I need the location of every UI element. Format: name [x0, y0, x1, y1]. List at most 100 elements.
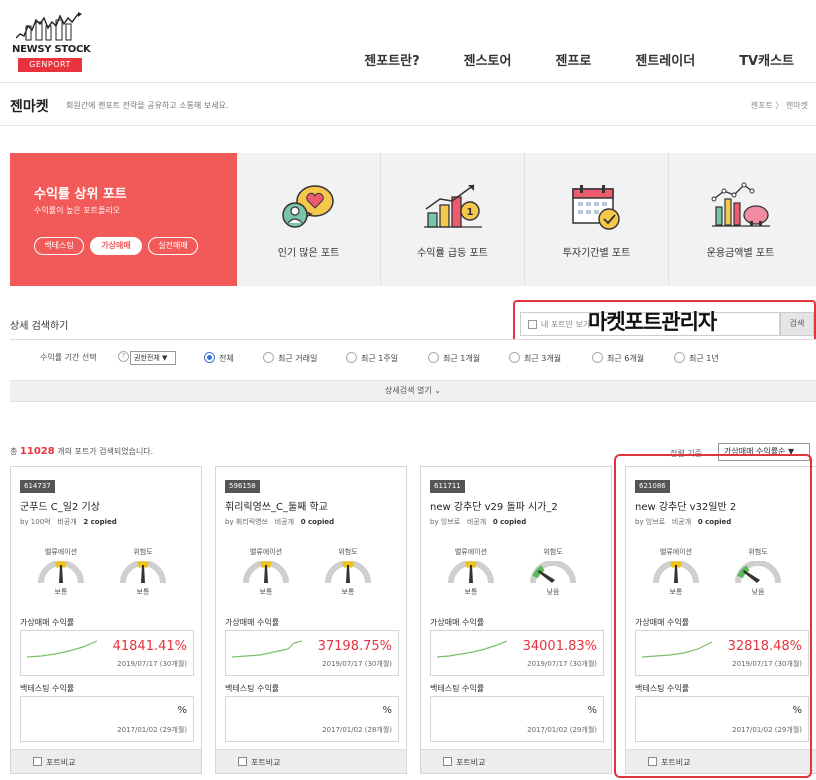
result-count-suffix: 개의 포트가 검색되었습니다. [57, 447, 154, 456]
valuation-value: 보통 [464, 588, 478, 596]
backtest-return-label: 백테스팅 수익률 [430, 684, 485, 693]
port-code: 596158 [225, 480, 260, 493]
gauge-icon [38, 561, 84, 584]
virtual-return-label: 가상매매 수익률 [225, 618, 280, 627]
category-surge-label: 수익률 급등 포트 [417, 248, 488, 259]
pill-backtest[interactable]: 백테스팅 [34, 237, 84, 255]
port-visibility: 비공개 [57, 518, 77, 526]
radio-period-1week-label: 최근 1주일 [361, 354, 399, 363]
port-name[interactable]: 군푸드 C_일2 기상 [20, 498, 100, 513]
rising-bars-coin-icon: 1 [423, 184, 482, 228]
nav-item-gentrader[interactable]: 젠트레이더 [635, 50, 695, 69]
search-title: 상세 검색하기 [10, 321, 69, 332]
port-card[interactable]: 611711 new 강추단 v29 돌파 시가_2 by 잉브로 비공개 0 … [420, 466, 612, 774]
port-copied: 2 copied [83, 518, 117, 526]
virtual-return-label: 가상매매 수익률 [20, 618, 75, 627]
compare-label: 포트비교 [251, 758, 281, 767]
backtest-return-label: 백테스팅 수익률 [20, 684, 75, 693]
valuation-gauge: 밸류에이션 보통 [31, 547, 91, 597]
port-meta: by 100억 비공개 2 copied [20, 517, 117, 527]
category-top-return-subtitle: 수익률이 높은 포트폴리오 [34, 206, 121, 215]
valuation-title: 밸류에이션 [249, 548, 283, 556]
radio-period-1week[interactable] [346, 352, 357, 363]
virtual-return-date: 2019/07/17 (30개월) [117, 660, 187, 668]
svg-text:1: 1 [466, 207, 473, 218]
gauge-icon [530, 561, 576, 584]
radio-period-3month[interactable] [509, 352, 520, 363]
category-surge[interactable]: 1 수익률 급등 포트 [381, 153, 524, 286]
period-select[interactable]: 권한전체 ▼ [130, 351, 176, 365]
category-period-label: 투자기간별 포트 [562, 248, 631, 259]
page-subtitle: 회원간에 젠포트 전략을 공유하고 소통해 보세요. [66, 101, 229, 110]
help-icon[interactable]: ? [118, 351, 129, 362]
header-divider [0, 82, 816, 83]
breadcrumb[interactable]: 젠포트 〉 젠마켓 [751, 100, 808, 111]
radio-period-1month-label: 최근 1개월 [443, 354, 481, 363]
backtest-return-value: % [382, 705, 392, 716]
detail-search-toggle[interactable]: 상세검색 열기 ⌄ [10, 380, 816, 402]
pill-virtual[interactable]: 가상매매 [90, 237, 142, 255]
radio-period-1month[interactable] [428, 352, 439, 363]
virtual-return-value: 34001.83% [522, 639, 597, 654]
category-top-return[interactable]: 수익률 상위 포트 수익률이 높은 포트폴리오 백테스팅 가상매매 실전매매 [10, 153, 237, 286]
radio-period-last-day-label: 최근 거래일 [278, 354, 318, 363]
chart-piggy-bank-icon [711, 182, 770, 227]
compare-footer: 포트비교 [421, 749, 611, 773]
valuation-gauge: 밸류에이션 보통 [236, 547, 296, 597]
backtest-return-date: 2017/01/02 (29개월) [117, 726, 187, 734]
risk-value: 보통 [136, 588, 150, 596]
valuation-value: 보통 [259, 588, 273, 596]
nav-item-genstore[interactable]: 젠스토어 [464, 50, 512, 69]
risk-gauge: 위험도 보통 [113, 547, 173, 597]
port-name[interactable]: new 강추단 v29 돌파 시가_2 [430, 498, 558, 513]
category-popular[interactable]: 인기 많은 포트 [237, 153, 380, 286]
virtual-return-date: 2019/07/17 (30개월) [322, 660, 392, 668]
backtest-return-label: 백테스팅 수익률 [225, 684, 280, 693]
virtual-return-label: 가상매매 수익률 [430, 618, 485, 627]
backtest-return-date: 2017/01/02 (29개월) [527, 726, 597, 734]
virtual-return-box: 41841.41% 2019/07/17 (30개월) [20, 630, 194, 676]
compare-footer: 포트비교 [216, 749, 406, 773]
port-author[interactable]: by 잉브로 [430, 518, 460, 526]
virtual-return-box: 34001.83% 2019/07/17 (30개월) [430, 630, 604, 676]
port-card[interactable]: 596158 휘리릭영쓰_C_둘째 학교 by 휘리릭영쓰 비공개 0 copi… [215, 466, 407, 774]
result-count-prefix: 총 [10, 447, 18, 456]
port-code: 611711 [430, 480, 465, 493]
return-sparkline [232, 640, 302, 658]
title-divider [0, 125, 816, 126]
risk-title: 위험도 [133, 548, 153, 556]
compare-footer: 포트비교 [11, 749, 201, 773]
nav-item-tvcast[interactable]: TV캐스트 [739, 50, 794, 69]
port-meta: by 휘리릭영쓰 비공개 0 copied [225, 517, 334, 527]
period-filter-label: 수익률 기간 선택 [40, 353, 97, 362]
port-name[interactable]: 휘리릭영쓰_C_둘째 학교 [225, 498, 328, 513]
return-sparkline [437, 640, 507, 658]
nav-item-genpro[interactable]: 젠프로 [555, 50, 591, 69]
port-author[interactable]: by 휘리릭영쓰 [225, 518, 268, 526]
port-card[interactable]: 614737 군푸드 C_일2 기상 by 100억 비공개 2 copied … [10, 466, 202, 774]
risk-title: 위험도 [338, 548, 358, 556]
return-sparkline [27, 640, 97, 658]
compare-checkbox[interactable] [238, 757, 247, 766]
nav-item-genport-intro[interactable]: 젠포트란? [364, 50, 419, 69]
pill-real[interactable]: 실전매매 [148, 237, 198, 255]
gauge-icon [448, 561, 494, 584]
risk-value: 보통 [341, 588, 355, 596]
category-period[interactable]: 투자기간별 포트 [525, 153, 668, 286]
compare-checkbox[interactable] [443, 757, 452, 766]
virtual-return-box: 37198.75% 2019/07/17 (30개월) [225, 630, 399, 676]
port-author[interactable]: by 100억 [20, 518, 51, 526]
radio-period-last-day[interactable] [263, 352, 274, 363]
port-visibility: 비공개 [274, 518, 295, 526]
radio-period-6month-label: 최근 6개월 [607, 354, 645, 363]
radio-period-6month[interactable] [592, 352, 603, 363]
genport-logo[interactable]: NEWSY STOCK GENPORT [10, 12, 91, 74]
category-amount[interactable]: 운용금액별 포트 [669, 153, 812, 286]
radio-period-all[interactable] [204, 352, 215, 363]
compare-checkbox[interactable] [33, 757, 42, 766]
backtest-return-box: % 2017/01/02 (28개월) [225, 696, 399, 742]
radio-period-1year[interactable] [674, 352, 685, 363]
risk-gauge: 위험도 낮음 [523, 547, 583, 597]
page-title: 젠마켓 [10, 99, 49, 115]
backtest-return-box: % 2017/01/02 (29개월) [430, 696, 604, 742]
